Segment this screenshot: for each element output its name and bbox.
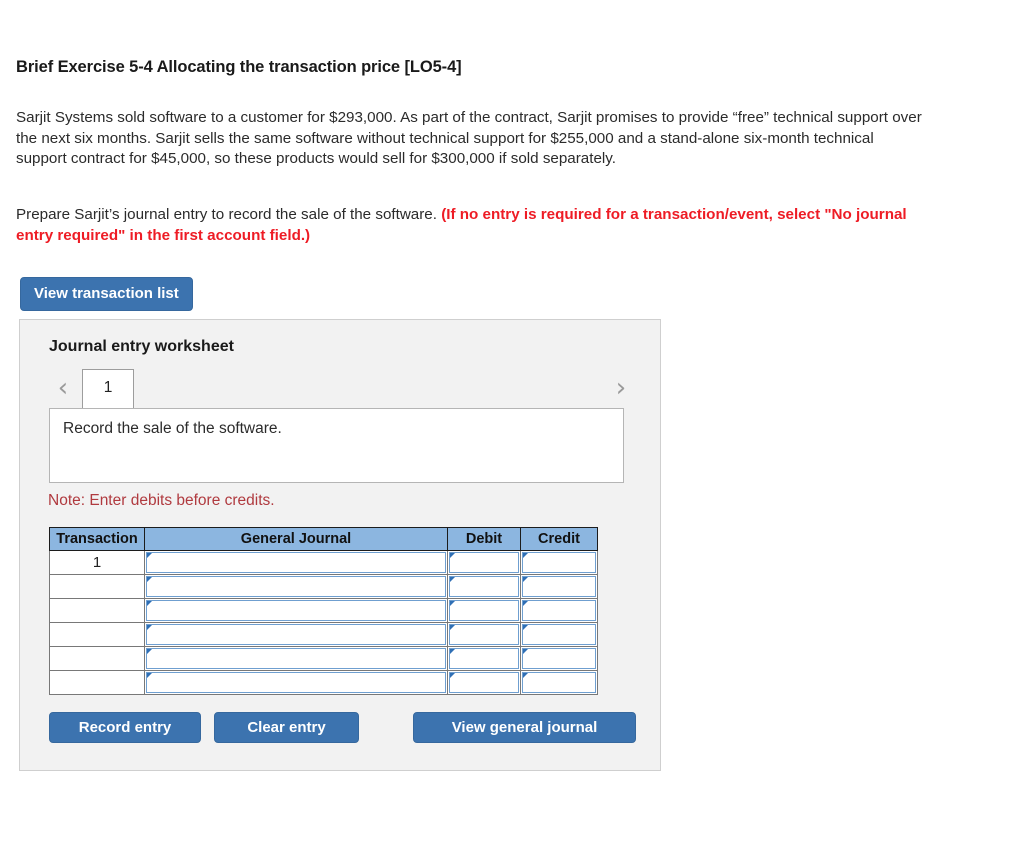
clear-entry-button[interactable]: Clear entry — [214, 712, 359, 743]
cell-debit[interactable] — [447, 550, 521, 575]
general-journal-input[interactable] — [146, 624, 446, 645]
general-journal-input-wrap — [145, 624, 447, 645]
general-journal-input-wrap — [145, 648, 447, 669]
cell-debit[interactable] — [447, 622, 521, 647]
worksheet-description-text: Record the sale of the software. — [63, 420, 282, 437]
cell-transaction-number — [49, 574, 145, 599]
general-journal-input-wrap — [145, 576, 447, 597]
cell-transaction-number — [49, 598, 145, 623]
view-transaction-list-button[interactable]: View transaction list — [20, 277, 193, 311]
credit-input[interactable] — [522, 600, 596, 621]
debit-input-wrap — [448, 648, 520, 669]
column-header-general-journal: General Journal — [144, 527, 448, 551]
cell-general-journal[interactable] — [144, 646, 448, 671]
debit-input[interactable] — [449, 624, 519, 645]
debit-input[interactable] — [449, 576, 519, 597]
credit-input-wrap — [521, 648, 597, 669]
debit-input-wrap — [448, 600, 520, 621]
general-journal-input[interactable] — [146, 672, 446, 693]
debit-input[interactable] — [449, 552, 519, 573]
table-row: 1 — [49, 550, 598, 575]
debits-before-credits-note: Note: Enter debits before credits. — [48, 492, 275, 509]
cell-transaction-number — [49, 646, 145, 671]
credit-input-wrap — [521, 624, 597, 645]
worksheet-tabstrip: ‹ 1 › — [20, 368, 662, 408]
cell-general-journal[interactable] — [144, 598, 448, 623]
cell-debit[interactable] — [447, 598, 521, 623]
general-journal-input[interactable] — [146, 600, 446, 621]
credit-input[interactable] — [522, 552, 596, 573]
credit-input[interactable] — [522, 648, 596, 669]
cell-credit[interactable] — [520, 574, 598, 599]
cell-credit[interactable] — [520, 598, 598, 623]
general-journal-input[interactable] — [146, 576, 446, 597]
cell-general-journal[interactable] — [144, 670, 448, 695]
credit-input[interactable] — [522, 624, 596, 645]
debit-input-wrap — [448, 552, 520, 573]
table-row — [49, 670, 598, 695]
debit-input-wrap — [448, 624, 520, 645]
cell-debit[interactable] — [447, 574, 521, 599]
journal-entry-worksheet-panel: Journal entry worksheet ‹ 1 › Record the… — [19, 319, 661, 771]
cell-general-journal[interactable] — [144, 622, 448, 647]
worksheet-action-row: Record entry Clear entry View general jo… — [20, 712, 662, 746]
journal-entry-table: Transaction General Journal Debit Credit… — [49, 527, 598, 695]
view-general-journal-button[interactable]: View general journal — [413, 712, 636, 743]
general-journal-input[interactable] — [146, 552, 446, 573]
column-header-debit: Debit — [447, 527, 521, 551]
cell-credit[interactable] — [520, 646, 598, 671]
general-journal-input-wrap — [145, 672, 447, 693]
debit-input-wrap — [448, 576, 520, 597]
general-journal-input[interactable] — [146, 648, 446, 669]
cell-transaction-number — [49, 622, 145, 647]
exercise-page: Brief Exercise 5-4 Allocating the transa… — [0, 0, 1024, 859]
credit-input-wrap — [521, 552, 597, 573]
record-entry-button[interactable]: Record entry — [49, 712, 201, 743]
cell-credit[interactable] — [520, 670, 598, 695]
debit-input[interactable] — [449, 600, 519, 621]
instruction-statement: Prepare Sarjit’s journal entry to record… — [16, 205, 924, 246]
credit-input-wrap — [521, 600, 597, 621]
credit-input[interactable] — [522, 672, 596, 693]
credit-input[interactable] — [522, 576, 596, 597]
table-header-row: Transaction General Journal Debit Credit — [49, 527, 598, 551]
worksheet-description-box: Record the sale of the software. — [49, 408, 624, 483]
cell-transaction-number: 1 — [49, 550, 145, 575]
worksheet-title: Journal entry worksheet — [49, 338, 234, 355]
cell-credit[interactable] — [520, 550, 598, 575]
credit-input-wrap — [521, 672, 597, 693]
table-row — [49, 574, 598, 599]
instruction-prompt: Prepare Sarjit’s journal entry to record… — [16, 206, 442, 223]
page-title: Brief Exercise 5-4 Allocating the transa… — [16, 58, 462, 76]
table-row — [49, 646, 598, 671]
cell-general-journal[interactable] — [144, 550, 448, 575]
cell-general-journal[interactable] — [144, 574, 448, 599]
table-row — [49, 598, 598, 623]
debit-input-wrap — [448, 672, 520, 693]
general-journal-input-wrap — [145, 552, 447, 573]
column-header-transaction: Transaction — [49, 527, 145, 551]
cell-debit[interactable] — [447, 670, 521, 695]
cell-debit[interactable] — [447, 646, 521, 671]
general-journal-input-wrap — [145, 600, 447, 621]
table-row — [49, 622, 598, 647]
chevron-left-icon[interactable]: ‹ — [50, 374, 76, 402]
cell-transaction-number — [49, 670, 145, 695]
column-header-credit: Credit — [520, 527, 598, 551]
tab-worksheet-1[interactable]: 1 — [82, 369, 134, 408]
debit-input[interactable] — [449, 648, 519, 669]
cell-credit[interactable] — [520, 622, 598, 647]
chevron-right-icon[interactable]: › — [608, 374, 634, 402]
credit-input-wrap — [521, 576, 597, 597]
debit-input[interactable] — [449, 672, 519, 693]
problem-statement: Sarjit Systems sold software to a custom… — [16, 109, 922, 167]
